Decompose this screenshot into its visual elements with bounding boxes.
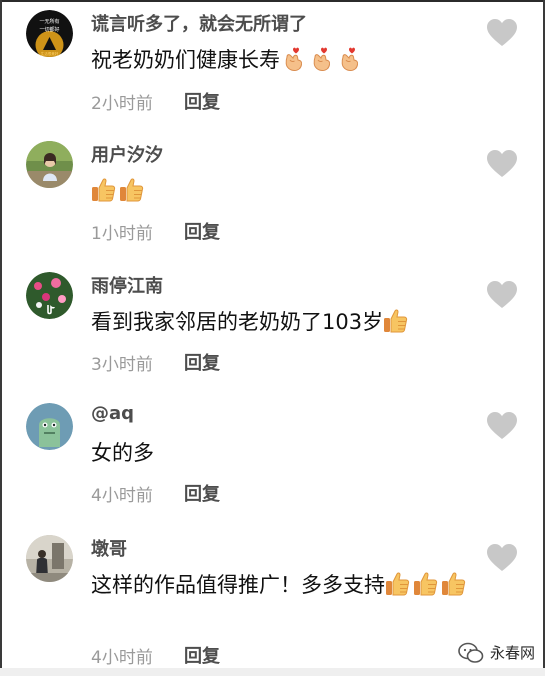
like-heart-icon[interactable] [486,280,518,310]
frame-bottom-border [0,668,545,676]
finger-heart-icon [280,45,305,72]
wechat-icon [458,642,484,663]
finger-heart-icon [308,45,333,72]
comment-timestamp: 1小时前 [91,224,153,244]
comment-item: 一无所有 一切都好 生活很美好 谎言听多了，就会无所谓了 祝老奶奶们健康长寿 2… [0,0,545,130]
thumbs-up-icon [91,176,116,203]
like-heart-icon[interactable] [486,149,518,179]
avatar-text-2: 一切都好 [39,26,59,33]
avatar[interactable]: 一无所有 一切都好 生活很美好 [26,10,73,57]
avatar-image [26,535,73,582]
comment-timestamp: 3小时前 [91,355,153,375]
reply-button[interactable]: 回复 [184,218,220,244]
comment-text-content: 女的多 [91,441,154,465]
reply-button[interactable]: 回复 [184,88,220,114]
comment-item: @aq 女的多 4小时前 回复 [0,393,545,523]
comment-username[interactable]: 雨停江南 [91,272,163,298]
comment-text: 女的多 [91,437,481,469]
like-heart-icon[interactable] [486,18,518,48]
thumbs-up-icon [119,176,144,203]
comment-username[interactable]: 用户汐汐 [91,141,163,167]
avatar[interactable] [26,535,73,582]
comment-username[interactable]: 谎言听多了，就会无所谓了 [91,10,307,36]
thumbs-up-icon [383,307,408,334]
comment-item: 雨停江南 看到我家邻居的老奶奶了103岁 3小时前 回复 [0,262,545,392]
thumbs-up-icon [441,570,466,597]
thumbs-up-icon [385,570,410,597]
avatar-image [26,403,73,450]
comment-text: 祝老奶奶们健康长寿 [91,44,481,76]
comment-text-content: 看到我家邻居的老奶奶了103岁 [91,310,384,334]
comment-text [91,175,481,207]
finger-heart-icon [336,45,361,72]
avatar[interactable] [26,141,73,188]
like-heart-icon[interactable] [486,411,518,441]
thumbs-up-icon [413,570,438,597]
comment-timestamp: 4小时前 [91,486,153,506]
comment-timestamp: 2小时前 [91,94,153,114]
reply-button[interactable]: 回复 [184,349,220,375]
avatar[interactable] [26,272,73,319]
comment-item: 用户汐汐 1小时前 回复 [0,131,545,261]
comment-text: 看到我家邻居的老奶奶了103岁 [91,306,481,338]
avatar-image [26,272,73,319]
comment-username[interactable]: @aq [91,403,134,424]
reply-button[interactable]: 回复 [184,642,220,668]
avatar-image [26,141,73,188]
comment-text: 这样的作品值得推广！多多支持 [91,569,481,601]
comment-username[interactable]: 墩哥 [91,535,127,561]
comment-timestamp: 4小时前 [91,648,153,668]
watermark-text: 永春网 [490,644,536,662]
comment-text-content: 祝老奶奶们健康长寿 [91,48,280,72]
reply-button[interactable]: 回复 [184,480,220,506]
avatar-image: 一无所有 一切都好 生活很美好 [26,10,73,57]
avatar-text-3: 生活很美好 [41,51,59,56]
avatar[interactable] [26,403,73,450]
like-heart-icon[interactable] [486,543,518,573]
avatar-text-1: 一无所有 [39,18,59,25]
comment-text-content: 这样的作品值得推广！多多支持 [91,573,385,597]
